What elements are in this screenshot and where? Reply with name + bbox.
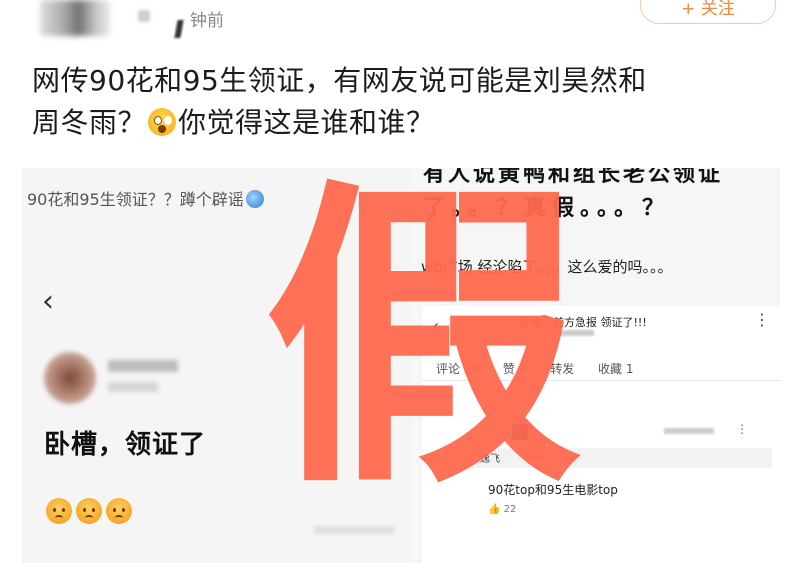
post-text-line2b: 你觉得这是谁和谁？ [178, 106, 435, 139]
username-blur [174, 20, 184, 38]
more-icon: ⋮ [754, 310, 771, 329]
post-text-line2a: 周冬雨？ [32, 106, 147, 139]
username-blur [138, 10, 150, 22]
avatar[interactable] [40, 0, 110, 36]
back-chevron-icon: ‹ [42, 284, 54, 319]
post-time: 钟前 [190, 11, 224, 31]
user-info-blur [664, 428, 714, 434]
worried-face-icon [76, 498, 102, 524]
left-caption-text: 90花和95生领证？？蹲个辟谣 [27, 190, 244, 209]
commenter-name-blur [108, 360, 178, 372]
more-icon: ⋮ [736, 422, 749, 436]
worried-face-icon [106, 498, 132, 524]
post-text-line1: 网传90花和95生领证，有网友说可能是刘昊然和 [32, 64, 647, 97]
follow-button[interactable]: + 关注 [640, 0, 776, 24]
comment-text: 卧槽，领证了 [44, 430, 207, 460]
post-body: 网传90花和95生领证，有网友说可能是刘昊然和 周冬雨？ 你觉得这是谁和谁？ [32, 60, 772, 144]
commenter-meta-blur [108, 382, 158, 392]
commenter-avatar [44, 352, 96, 404]
astonished-face-icon [148, 108, 177, 136]
left-caption: 90花和95生领证？？蹲个辟谣 [27, 186, 264, 210]
fake-stamp: 假 [264, 155, 582, 525]
worried-face-icon [46, 498, 72, 524]
author-row: 钟前 + 关注 [0, 0, 800, 40]
emoji-row [46, 498, 136, 528]
stat-favorites: 收藏 1 [598, 362, 634, 376]
watermark-blur [314, 526, 394, 534]
